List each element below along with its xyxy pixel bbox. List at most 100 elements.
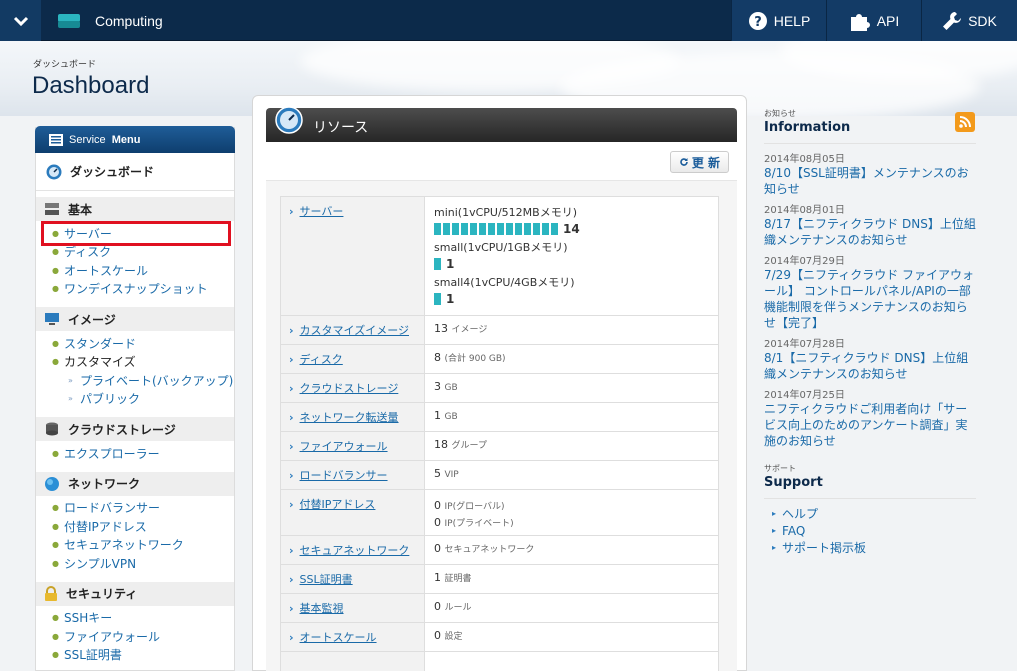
monitor-icon (45, 313, 59, 325)
refresh-label: 更 新 (691, 155, 720, 170)
sidebar-item-autoscale[interactable]: ● オートスケール (52, 261, 234, 280)
information-panel: お知らせ Information 2014年08月05日 8/10【SSL証明書】… (764, 108, 976, 556)
sidebar-item-standard[interactable]: ● スタンダード (52, 334, 234, 353)
server-count-bar (533, 223, 540, 235)
resource-link[interactable]: オートスケール (300, 631, 377, 644)
resource-unit: VIP (444, 470, 459, 480)
support-link-faq[interactable]: ▸ FAQ (764, 522, 976, 539)
support-link-help[interactable]: ▸ ヘルプ (764, 505, 976, 522)
rss-icon[interactable] (955, 112, 975, 132)
resource-unit: ルール (444, 603, 472, 613)
chevron-down-icon (13, 16, 28, 26)
resource-link[interactable]: カスタマイズイメージ (300, 324, 409, 337)
news-link[interactable]: 8/17【ニフティクラウド DNS】上位組織メンテナンスのお知らせ (764, 216, 976, 248)
table-row: › カスタマイズイメージ 13 イメージ (280, 315, 719, 345)
help-label: HELP (773, 12, 811, 29)
table-row: › ディスク 8 (合計 900 GB) (280, 344, 719, 374)
page-subtitle: ダッシュボード (33, 60, 97, 70)
resource-value: 0 (434, 542, 441, 555)
resource-link[interactable]: 付替IPアドレス (300, 498, 376, 511)
news-list: 2014年08月05日 8/10【SSL証明書】メンテナンスのお知らせ 2014年… (764, 150, 976, 449)
chevron-right-icon: › (289, 324, 294, 337)
server-bars-small: 1 (434, 257, 709, 271)
top-bar: Computing ? HELP API SDK (0, 0, 1017, 41)
support-link-label: サポート掲示板 (782, 541, 867, 555)
news-link[interactable]: ニフティクラウドご利用者向け「サービス向上のためのアンケート調査」実施のお知らせ (764, 401, 976, 449)
sidebar-item-ssl[interactable]: ● SSL証明書 (52, 646, 234, 665)
sidebar-item-secure-network[interactable]: ● セキュアネットワーク (52, 536, 234, 555)
section-title: セキュリティ (66, 587, 138, 601)
gauge-icon (275, 106, 303, 134)
service-menu: Service Menu ダッシュボード 基本 ● サーバー ● ディスク ● オート… (35, 126, 235, 671)
svg-text:?: ? (754, 15, 762, 30)
table-row: › 付替IPアドレス 0 IP(グローバル) 0 IP(プライベート) (280, 489, 719, 536)
sidebar-item-elastic-ip[interactable]: ● 付替IPアドレス (52, 517, 234, 536)
sidebar-item-simple-vpn[interactable]: ● シンプルVPN (52, 554, 234, 573)
resource-link[interactable]: セキュアネットワーク (300, 544, 410, 557)
sdk-button[interactable]: SDK (921, 0, 1017, 41)
resource-unit: 設定 (444, 632, 463, 642)
menu-toggle-button[interactable] (0, 0, 41, 41)
resource-unit: GB (444, 412, 458, 422)
resource-link[interactable]: ロードバランサー (300, 469, 388, 482)
news-date: 2014年07月29日 (764, 256, 845, 267)
resource-value: 0 (434, 600, 441, 613)
sidebar-item-private[interactable]: » プライベート(バックアップ) (52, 371, 234, 390)
sidebar-item-label: ディスク (64, 245, 112, 260)
app-title: Computing (95, 13, 163, 29)
resource-link-server[interactable]: サーバー (300, 205, 344, 218)
table-row: › SSL証明書 1 証明書 (280, 564, 719, 594)
sidebar-item-snapshot[interactable]: ● ワンデイスナップショット (52, 280, 234, 299)
resource-unit: IP(プライベート) (444, 519, 514, 529)
sidebar-item-explorer[interactable]: ● エクスプローラー (52, 444, 234, 463)
sidebar-section-image: イメージ (36, 307, 234, 331)
resource-link[interactable]: ファイアウォール (300, 440, 388, 453)
news-link[interactable]: 8/10【SSL証明書】メンテナンスのお知らせ (764, 165, 976, 197)
news-date: 2014年08月05日 (764, 154, 845, 165)
sidebar-item-firewall[interactable]: ● ファイアウォール (52, 627, 234, 646)
refresh-icon (680, 158, 688, 166)
server-count-bar (488, 223, 495, 235)
server-count-small4: 1 (446, 292, 455, 306)
table-row: › クラウドストレージ 3 GB (280, 373, 719, 403)
chevron-right-icon: › (289, 205, 294, 218)
api-button[interactable]: API (826, 0, 921, 41)
service-label: Service (69, 133, 106, 146)
resource-unit: GB (444, 383, 458, 393)
news-item: 2014年08月05日 8/10【SSL証明書】メンテナンスのお知らせ (764, 150, 976, 197)
server-spec-small: small(1vCPU/1GBメモリ) (434, 241, 568, 254)
resource-link[interactable]: SSL証明書 (300, 573, 353, 586)
server-count-bar (434, 293, 441, 305)
refresh-button[interactable]: 更 新 (669, 151, 729, 173)
resource-link[interactable]: ディスク (300, 353, 343, 366)
chevron-right-icon: › (289, 602, 294, 615)
support-link-label: FAQ (782, 523, 806, 538)
sidebar-item-label: スタンダード (64, 336, 137, 351)
server-count-bar (506, 223, 513, 235)
resource-value: 1 (434, 571, 441, 584)
chevron-right-icon: › (289, 498, 294, 511)
news-link[interactable]: 7/29【ニフティクラウド ファイアウォール】 コントロールパネル/APIの一部… (764, 267, 976, 331)
menu-label: Menu (111, 133, 141, 146)
support-link-forum[interactable]: ▸ サポート掲示板 (764, 539, 976, 556)
sidebar-item-dashboard[interactable]: ダッシュボード (36, 153, 234, 191)
api-label: API (876, 12, 900, 29)
resource-value: 0 (434, 499, 441, 512)
sidebar-item-public[interactable]: » パブリック (52, 390, 234, 409)
sidebar-item-load-balancer[interactable]: ● ロードバランサー (52, 499, 234, 518)
sidebar-item-ssh-key[interactable]: ● SSHキー (52, 609, 234, 628)
sidebar-item-server[interactable]: ● サーバー (41, 221, 231, 246)
sidebar-item-label: ワンデイスナップショット (64, 282, 208, 297)
server-count-bar (524, 223, 531, 235)
resource-link[interactable]: クラウドストレージ (300, 382, 399, 395)
help-button[interactable]: ? HELP (731, 0, 826, 41)
server-icon (45, 203, 59, 215)
news-link[interactable]: 8/1【ニフティクラウド DNS】上位組織メンテナンスのお知らせ (764, 350, 976, 382)
resource-unit: IP(グローバル) (444, 502, 505, 512)
resource-link[interactable]: ネットワーク転送量 (300, 411, 399, 424)
resource-link[interactable]: 基本監視 (300, 602, 344, 615)
sidebar-item-label: ダッシュボード (70, 165, 155, 179)
chevron-right-icon: › (289, 440, 294, 453)
server-count-bar (479, 223, 486, 235)
sidebar-item-disk[interactable]: ● ディスク (52, 243, 234, 262)
